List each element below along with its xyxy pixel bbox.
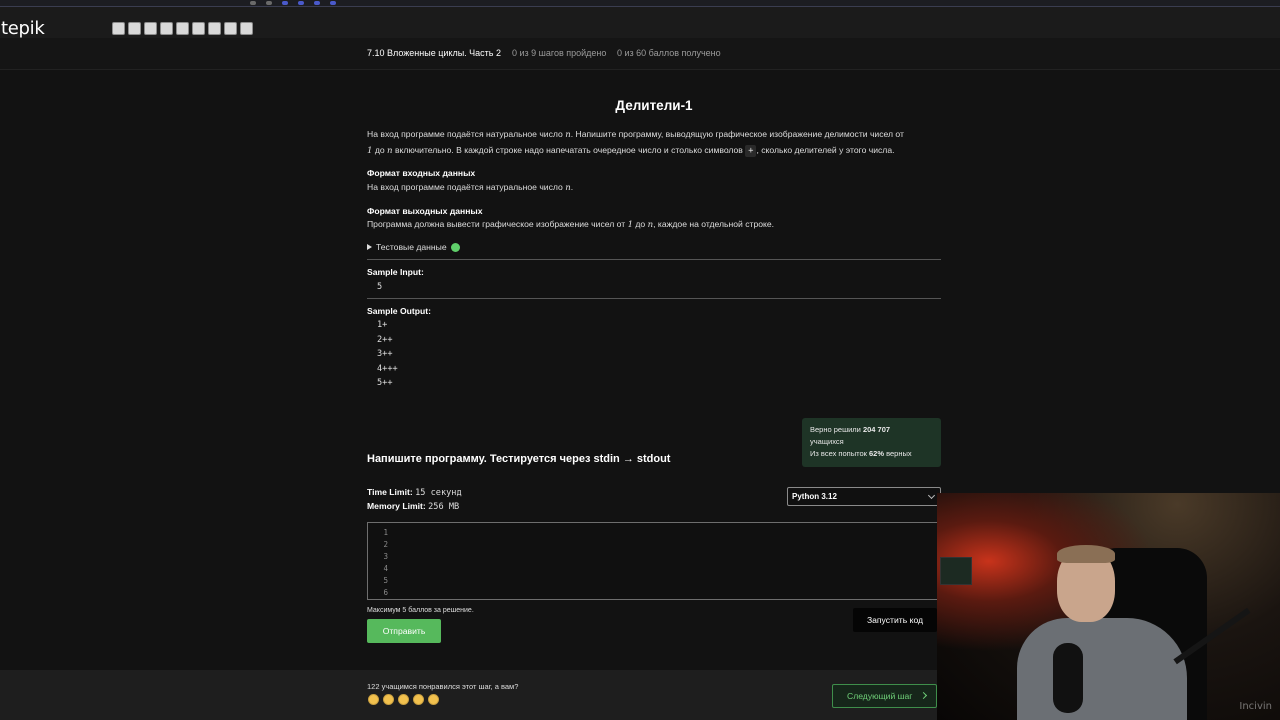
step-button[interactable] (192, 22, 205, 35)
divider (367, 259, 941, 260)
sample-output-line: 3++ (377, 349, 393, 359)
top-bar: tepik (0, 7, 1280, 43)
stepik-logo[interactable]: tepik (1, 18, 45, 39)
points-progress: 0 из 60 баллов получено (617, 48, 721, 58)
solved-count: 204 707 (862, 425, 891, 434)
step-button[interactable] (160, 22, 173, 35)
step-button[interactable] (144, 22, 157, 35)
webcam-overlay: Incivin (937, 493, 1280, 720)
webcam-watermark: Incivin (1239, 701, 1272, 712)
sample-output-line: 5++ (377, 378, 393, 388)
background-monitor (940, 557, 972, 585)
status-dot-icon (450, 242, 460, 252)
next-step-button[interactable]: Следующий шаг (832, 684, 937, 708)
rating-coin-icon[interactable] (428, 694, 439, 705)
sample-output-line: 4+++ (377, 364, 398, 374)
problem-description: На вход программе подаётся натуральное ч… (367, 129, 904, 157)
rating-coin-icon[interactable] (383, 694, 394, 705)
input-format-text: На вход программе подаётся натуральное ч… (367, 182, 574, 193)
code-task-title: Напишите программу. Тестируется через st… (367, 453, 671, 465)
sample-input-label: Sample Input: (367, 267, 424, 277)
step-button[interactable] (240, 22, 253, 35)
step-navigation (112, 22, 253, 35)
line-number-gutter: 1 2 3 4 5 6 (383, 528, 388, 597)
submit-button[interactable]: Отправить (367, 619, 441, 643)
sample-input-line: 5 (377, 282, 383, 292)
person-hair (1057, 545, 1115, 563)
output-format-text: Программа должна вывести графическое изо… (367, 219, 775, 230)
test-data-toggle[interactable]: Тестовые данные (367, 242, 460, 252)
problem-title: Делители-1 (615, 98, 693, 113)
person-body (1017, 618, 1187, 720)
sample-output-label: Sample Output: (367, 306, 431, 316)
run-code-button[interactable]: Запустить код (853, 608, 937, 632)
likes-text: 122 учащимся понравился этот шаг, а вам? (367, 682, 519, 691)
steps-progress: 0 из 9 шагов пройдено (512, 48, 607, 58)
test-data-label: Тестовые данные (376, 242, 447, 252)
expand-triangle-icon (367, 244, 372, 250)
attempts-percent: 62% (868, 449, 884, 458)
microphone (1053, 643, 1083, 713)
plus-symbol-code: + (745, 145, 757, 157)
lesson-title[interactable]: 7.10 Вложенные циклы. Часть 2 (367, 48, 501, 58)
input-format-title: Формат входных данных (367, 168, 476, 178)
lesson-bar: 7.10 Вложенные циклы. Часть 2 0 из 9 шаг… (0, 38, 1280, 70)
max-points-note: Максимум 5 баллов за решение. (367, 607, 474, 614)
chevron-down-icon (927, 491, 936, 500)
language-select[interactable]: Python 3.12 (787, 487, 941, 506)
browser-tab-strip (0, 0, 1280, 7)
sample-output-line: 2++ (377, 335, 393, 345)
step-button[interactable] (128, 22, 141, 35)
step-button[interactable] (224, 22, 237, 35)
time-limit: Time Limit: 15 секунд (367, 487, 462, 498)
output-format-title: Формат выходных данных (367, 206, 483, 216)
chevron-right-icon (919, 691, 928, 700)
step-button[interactable] (208, 22, 221, 35)
rating-coins (368, 694, 439, 705)
code-editor[interactable]: 1 2 3 4 5 6 (367, 522, 941, 600)
rating-coin-icon[interactable] (413, 694, 424, 705)
step-button[interactable] (176, 22, 189, 35)
rating-coin-icon[interactable] (398, 694, 409, 705)
memory-limit: Memory Limit: 256 MB (367, 501, 460, 512)
sample-output-line: 1+ (377, 320, 388, 330)
divider (367, 298, 941, 299)
rating-coin-icon[interactable] (368, 694, 379, 705)
solve-stats-box: Верно решили 204 707 учащихся Из всех по… (802, 418, 941, 467)
step-button[interactable] (112, 22, 125, 35)
